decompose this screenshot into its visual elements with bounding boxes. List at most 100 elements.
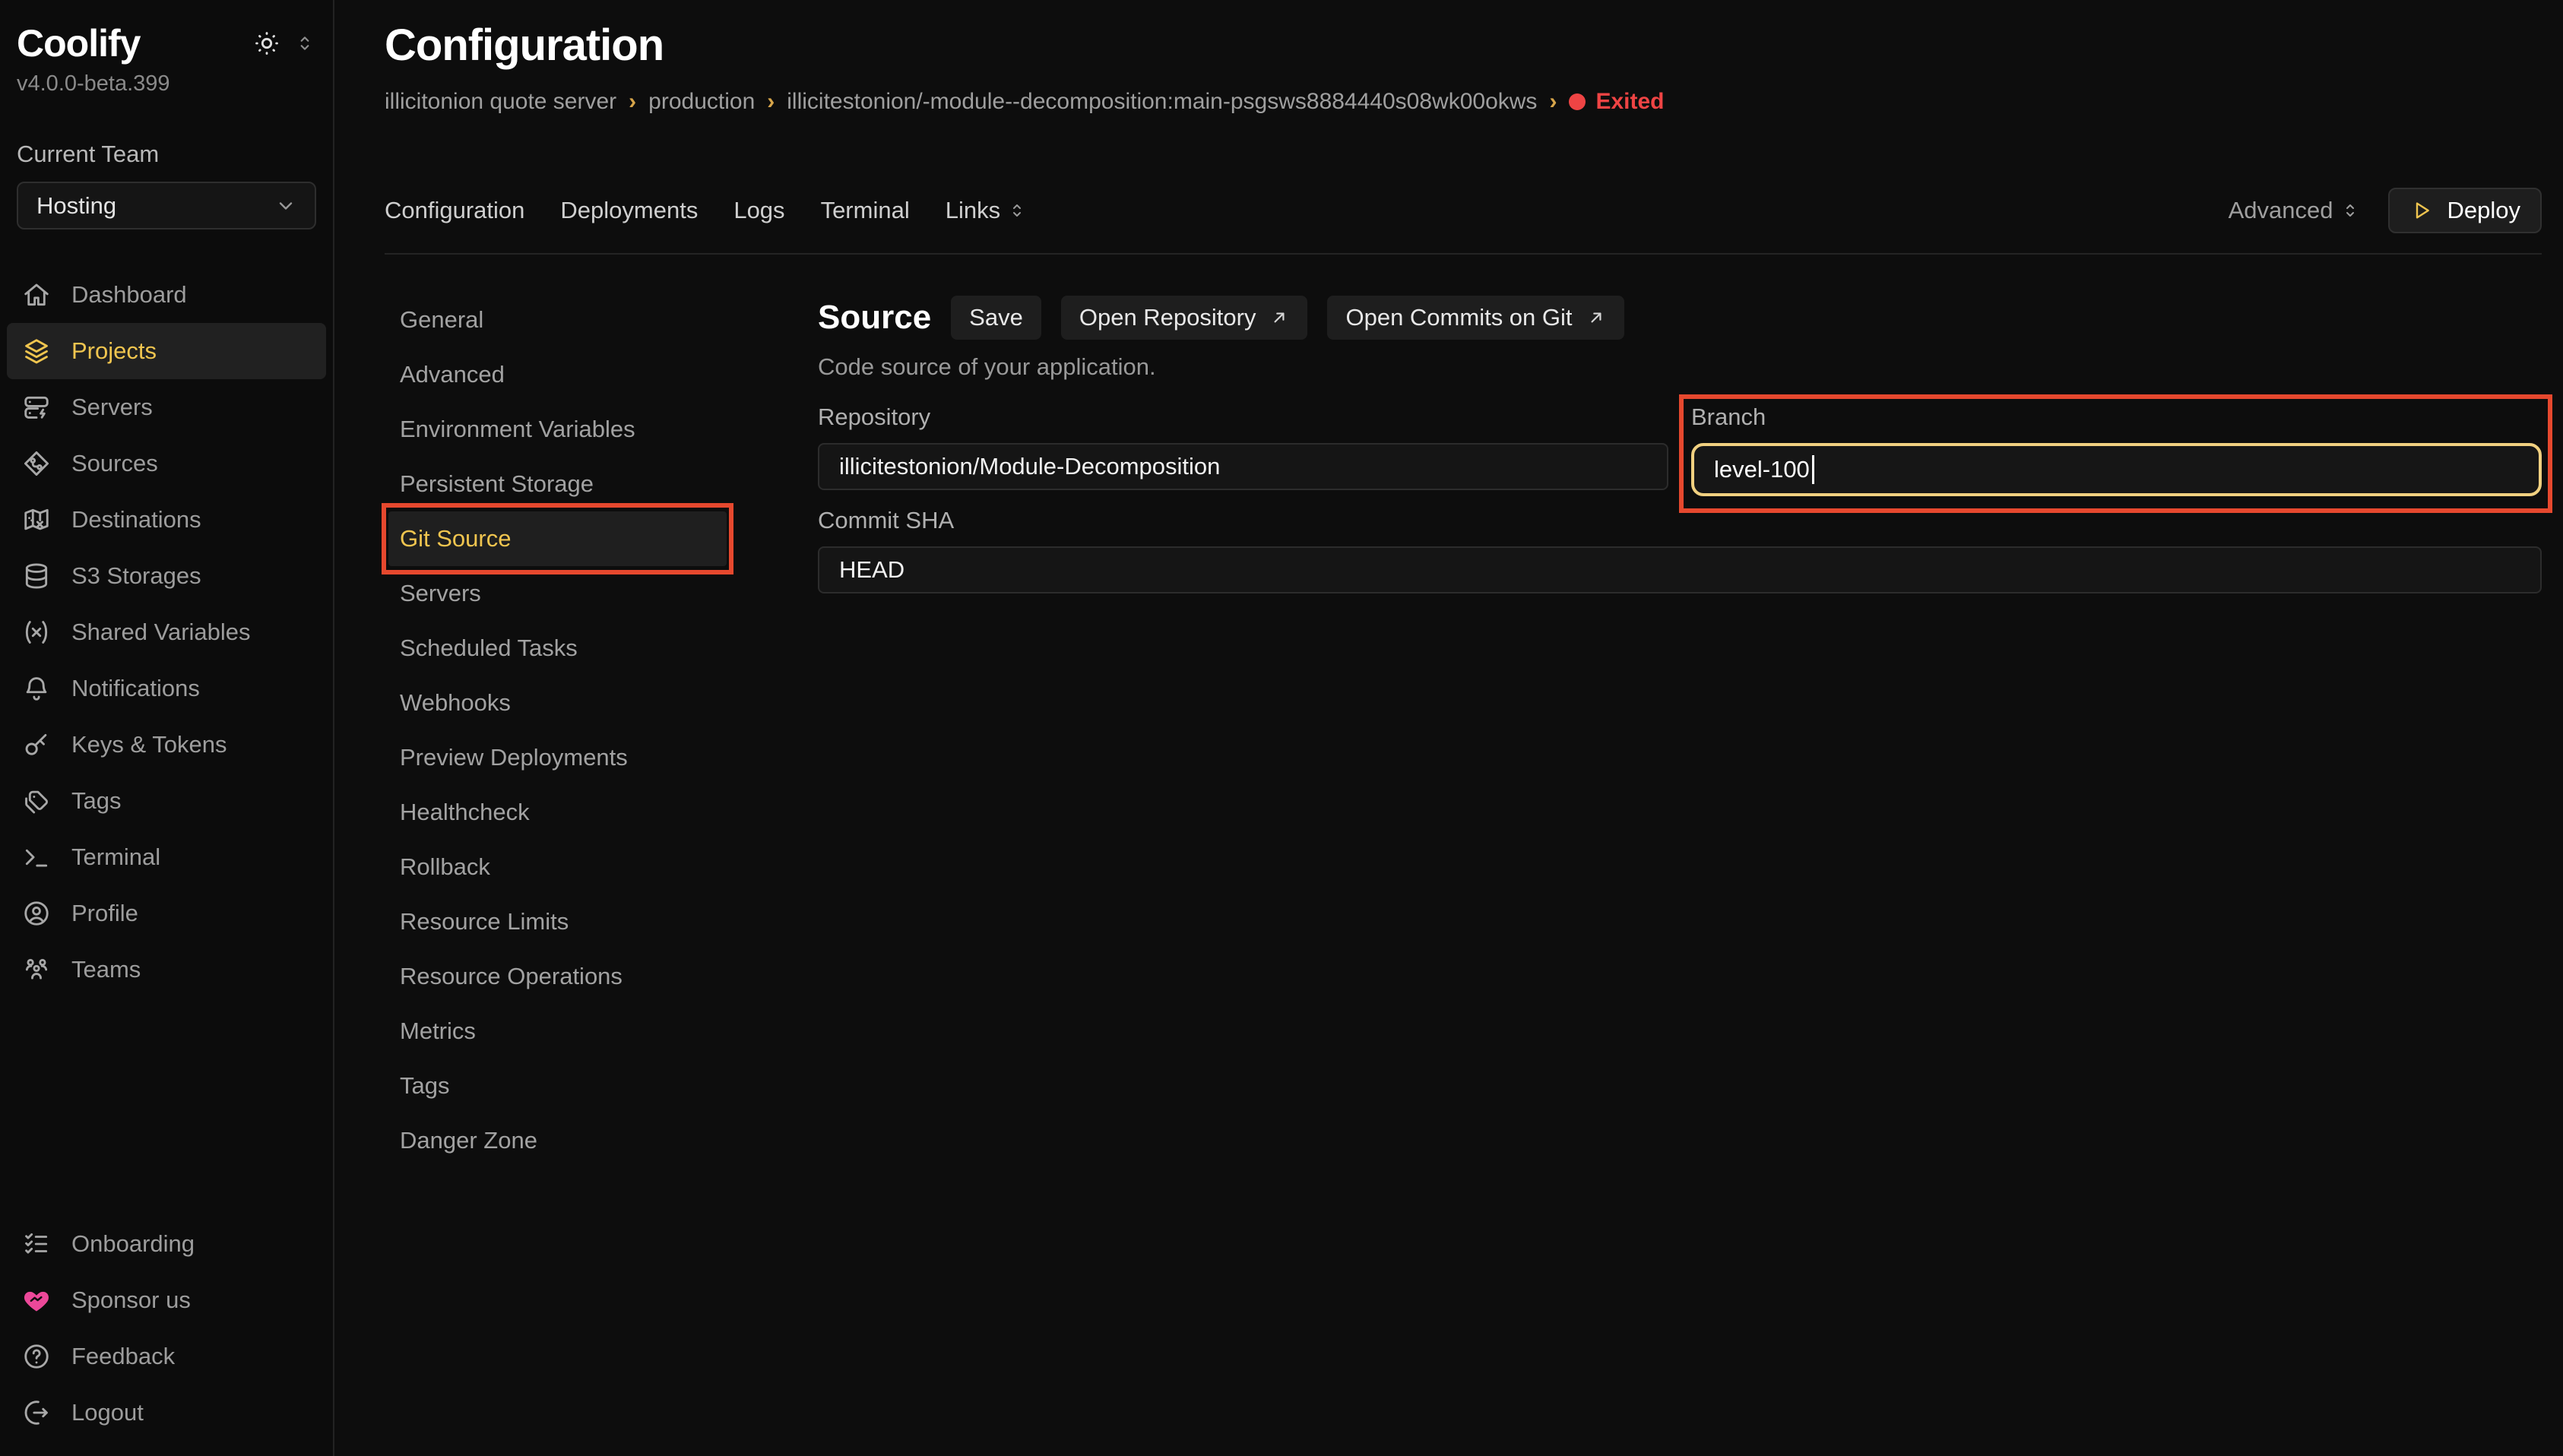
theme-toggle-icon[interactable]: [252, 29, 281, 58]
commit-sha-field: Commit SHA: [818, 507, 2542, 593]
subnav-item-servers[interactable]: Servers: [388, 566, 727, 621]
sidebar-item-label: Teams: [71, 956, 141, 983]
sidebar-item-s3-storages[interactable]: S3 Storages: [7, 548, 326, 604]
section-title: Source: [818, 299, 931, 337]
key-icon: [21, 730, 52, 759]
repository-input[interactable]: [818, 443, 1668, 490]
sidebar-item-tags[interactable]: Tags: [7, 773, 326, 829]
tabs: Configuration Deployments Logs Terminal …: [385, 197, 1026, 224]
branch-input-value: level-100: [1714, 456, 1810, 483]
commit-sha-input[interactable]: [818, 546, 2542, 593]
sidebar-item-keys-tokens[interactable]: Keys & Tokens: [7, 717, 326, 773]
bell-icon: [21, 674, 52, 703]
terminal-icon: [21, 843, 52, 872]
app-version: v4.0.0-beta.399: [0, 71, 333, 97]
subnav-item-resource-limits[interactable]: Resource Limits: [388, 894, 727, 949]
sidebar-item-servers[interactable]: Servers: [7, 379, 326, 435]
text-cursor: [1812, 455, 1814, 484]
branch-input[interactable]: level-100: [1691, 443, 2542, 496]
tabbar-actions: Advanced Deploy: [2229, 188, 2542, 233]
breadcrumb-project[interactable]: illicitonion quote server: [385, 89, 616, 115]
subnav-item-environment-variables[interactable]: Environment Variables: [388, 402, 727, 457]
sidebar-item-feedback[interactable]: Feedback: [7, 1328, 326, 1385]
sidebar-item-label: Sponsor us: [71, 1287, 191, 1314]
subnav-item-scheduled-tasks[interactable]: Scheduled Tasks: [388, 621, 727, 676]
configuration-content: General Advanced Environment Variables P…: [385, 293, 2542, 1168]
sidebar-item-shared-variables[interactable]: Shared Variables: [7, 604, 326, 660]
source-header: Source Save Open Repository Open Commits…: [818, 296, 2542, 340]
tab-configuration[interactable]: Configuration: [385, 197, 524, 224]
sidebar-item-destinations[interactable]: Destinations: [7, 492, 326, 548]
sidebar-collapse-icon[interactable]: [295, 33, 315, 53]
tab-terminal[interactable]: Terminal: [821, 197, 910, 224]
sidebar-item-label: S3 Storages: [71, 562, 201, 590]
external-link-icon: [1586, 308, 1606, 328]
team-select[interactable]: Hosting: [17, 182, 316, 229]
breadcrumb: illicitonion quote server › production ›…: [385, 89, 2542, 115]
breadcrumb-environment[interactable]: production: [648, 89, 755, 115]
play-icon: [2409, 198, 2434, 223]
settings-subnav: General Advanced Environment Variables P…: [385, 293, 818, 1168]
save-button[interactable]: Save: [951, 296, 1041, 340]
sidebar-item-label: Tags: [71, 787, 121, 815]
source-fields: Repository Branch level-100 Commit SHA: [818, 404, 2542, 593]
branch-label: Branch: [1691, 404, 2542, 431]
breadcrumb-application[interactable]: illicitestonion/-module--decomposition:m…: [787, 89, 1537, 115]
sidebar-item-dashboard[interactable]: Dashboard: [7, 267, 326, 323]
logout-icon: [21, 1398, 52, 1427]
external-link-icon: [1269, 308, 1289, 328]
map-icon: [21, 505, 52, 534]
tags-icon: [21, 787, 52, 815]
subnav-item-advanced[interactable]: Advanced: [388, 347, 727, 402]
subnav-item-webhooks[interactable]: Webhooks: [388, 676, 727, 730]
subnav-item-danger-zone[interactable]: Danger Zone: [388, 1113, 727, 1168]
breadcrumb-separator-icon: ›: [1549, 89, 1557, 115]
repository-label: Repository: [818, 404, 1668, 431]
main-content: Configuration illicitonion quote server …: [334, 0, 2563, 1456]
sidebar-item-teams[interactable]: Teams: [7, 942, 326, 998]
open-repository-button[interactable]: Open Repository: [1061, 296, 1308, 340]
subnav-item-preview-deployments[interactable]: Preview Deployments: [388, 730, 727, 785]
subnav-item-persistent-storage[interactable]: Persistent Storage: [388, 457, 727, 511]
deploy-button[interactable]: Deploy: [2388, 188, 2542, 233]
sidebar: Coolify v4.0.0-beta.399 Current Team Hos…: [0, 0, 334, 1456]
subnav-item-general[interactable]: General: [388, 293, 727, 347]
sidebar-item-label: Terminal: [71, 844, 160, 871]
sidebar-item-label: Shared Variables: [71, 619, 251, 646]
sidebar-item-onboarding[interactable]: Onboarding: [7, 1216, 326, 1272]
sidebar-item-projects[interactable]: Projects: [7, 323, 326, 379]
sidebar-item-profile[interactable]: Profile: [7, 885, 326, 942]
current-team-label: Current Team: [0, 141, 333, 168]
sidebar-item-notifications[interactable]: Notifications: [7, 660, 326, 717]
tabbar: Configuration Deployments Logs Terminal …: [385, 188, 2542, 255]
subnav-item-tags[interactable]: Tags: [388, 1059, 727, 1113]
commit-sha-label: Commit SHA: [818, 507, 2542, 534]
home-icon: [21, 280, 52, 309]
subnav-item-metrics[interactable]: Metrics: [388, 1004, 727, 1059]
subnav-item-healthcheck[interactable]: Healthcheck: [388, 785, 727, 840]
git-source-icon: [21, 449, 52, 478]
team-select-value: Hosting: [36, 192, 116, 220]
layers-icon: [21, 337, 52, 366]
status-text: Exited: [1595, 89, 1664, 115]
advanced-dropdown[interactable]: Advanced: [2229, 197, 2359, 224]
chevron-up-down-icon: [1008, 201, 1026, 220]
sidebar-item-logout[interactable]: Logout: [7, 1385, 326, 1441]
subnav-item-resource-operations[interactable]: Resource Operations: [388, 949, 727, 1004]
variable-icon: [21, 618, 52, 647]
sidebar-item-sponsor-us[interactable]: Sponsor us: [7, 1272, 326, 1328]
tab-deployments[interactable]: Deployments: [560, 197, 698, 224]
sidebar-item-label: Destinations: [71, 506, 201, 533]
open-commits-button[interactable]: Open Commits on Git: [1327, 296, 1624, 340]
database-icon: [21, 562, 52, 590]
tab-logs[interactable]: Logs: [733, 197, 784, 224]
subnav-item-rollback[interactable]: Rollback: [388, 840, 727, 894]
app-logo[interactable]: Coolify: [17, 21, 140, 65]
subnav-item-git-source[interactable]: Git Source: [388, 511, 727, 566]
help-icon: [21, 1342, 52, 1371]
sidebar-item-terminal[interactable]: Terminal: [7, 829, 326, 885]
sidebar-item-sources[interactable]: Sources: [7, 435, 326, 492]
server-icon: [21, 393, 52, 422]
tab-links[interactable]: Links: [946, 197, 1026, 224]
sidebar-item-label: Servers: [71, 394, 153, 421]
